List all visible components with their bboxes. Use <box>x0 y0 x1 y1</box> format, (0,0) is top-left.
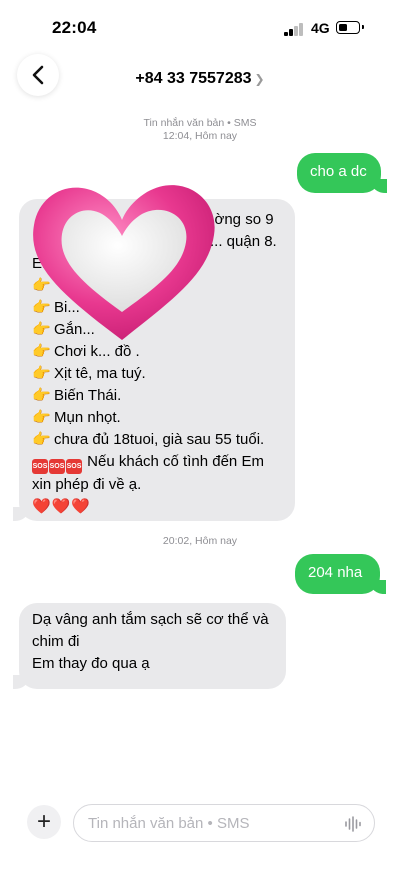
sos-icon: SOS <box>49 459 65 474</box>
message-line: Dạ vâng anh tắm sạch sẽ cơ thể và <box>32 611 269 628</box>
message-type: Tin nhắn văn bản • SMS <box>143 117 257 129</box>
message-line: 👉 Biến Thái. <box>32 385 282 407</box>
hearts-emoji: ❤️❤️❤️ <box>32 498 92 515</box>
signal-icon <box>284 22 306 36</box>
chevron-right-icon: ❯ <box>254 72 265 86</box>
pointing-hand-icon: 👉 <box>32 365 51 382</box>
timestamp: 12:04, Hôm nay <box>162 130 238 142</box>
contact-number[interactable]: +84 33 7557283 <box>135 70 251 87</box>
pointing-hand-icon: 👉 <box>32 387 51 404</box>
message-text: 204 nha <box>308 564 363 581</box>
message-text: cho a dc <box>310 163 367 180</box>
status-time: 22:04 <box>52 18 97 37</box>
message-line: Em thay đo qua ạ <box>32 655 150 672</box>
message-line: chim đi <box>32 633 80 650</box>
message-line: 👉 Mụn nhọt. <box>32 407 282 429</box>
sos-icon: SOS <box>66 459 82 474</box>
battery-icon <box>336 21 364 34</box>
sos-icon: SOS <box>32 459 48 474</box>
plus-icon: + <box>36 808 51 835</box>
status-bar: 22:04 4G <box>0 0 400 50</box>
pointing-hand-icon: 👉 <box>32 431 51 448</box>
waveform-icon[interactable] <box>344 816 362 832</box>
message-bubble-outgoing[interactable]: cho a dc <box>297 153 387 193</box>
add-attachment-button[interactable]: + <box>27 805 61 839</box>
message-line: xin phép đi về ạ. <box>32 476 142 493</box>
message-input[interactable]: Tin nhắn văn bản • SMS <box>73 804 375 842</box>
timestamp: 20:02, Hôm nay <box>162 535 238 547</box>
heart-sticker-icon <box>33 185 215 340</box>
input-placeholder: Tin nhắn văn bản • SMS <box>88 815 250 832</box>
message-line: SOS SOS SOS Nếu khách cố tình đến Em <box>32 451 282 474</box>
network-label: 4G <box>311 20 330 36</box>
message-line: 👉 Xịt tê, ma tuý. <box>32 363 282 385</box>
message-bubble-incoming[interactable]: Dạ vâng anh tắm sạch sẽ cơ thể và chim đ… <box>13 603 286 689</box>
contact-header[interactable]: +84 33 7557283 ❯ <box>0 70 400 88</box>
thread-meta: Tin nhắn văn bản • SMS 12:04, Hôm nay <box>0 117 400 143</box>
message-line: 👉 chưa đủ 18tuoi, già sau 55 tuổi. <box>32 429 282 451</box>
message-bubble-outgoing[interactable]: 204 nha <box>295 554 386 594</box>
pointing-hand-icon: 👉 <box>32 409 51 426</box>
